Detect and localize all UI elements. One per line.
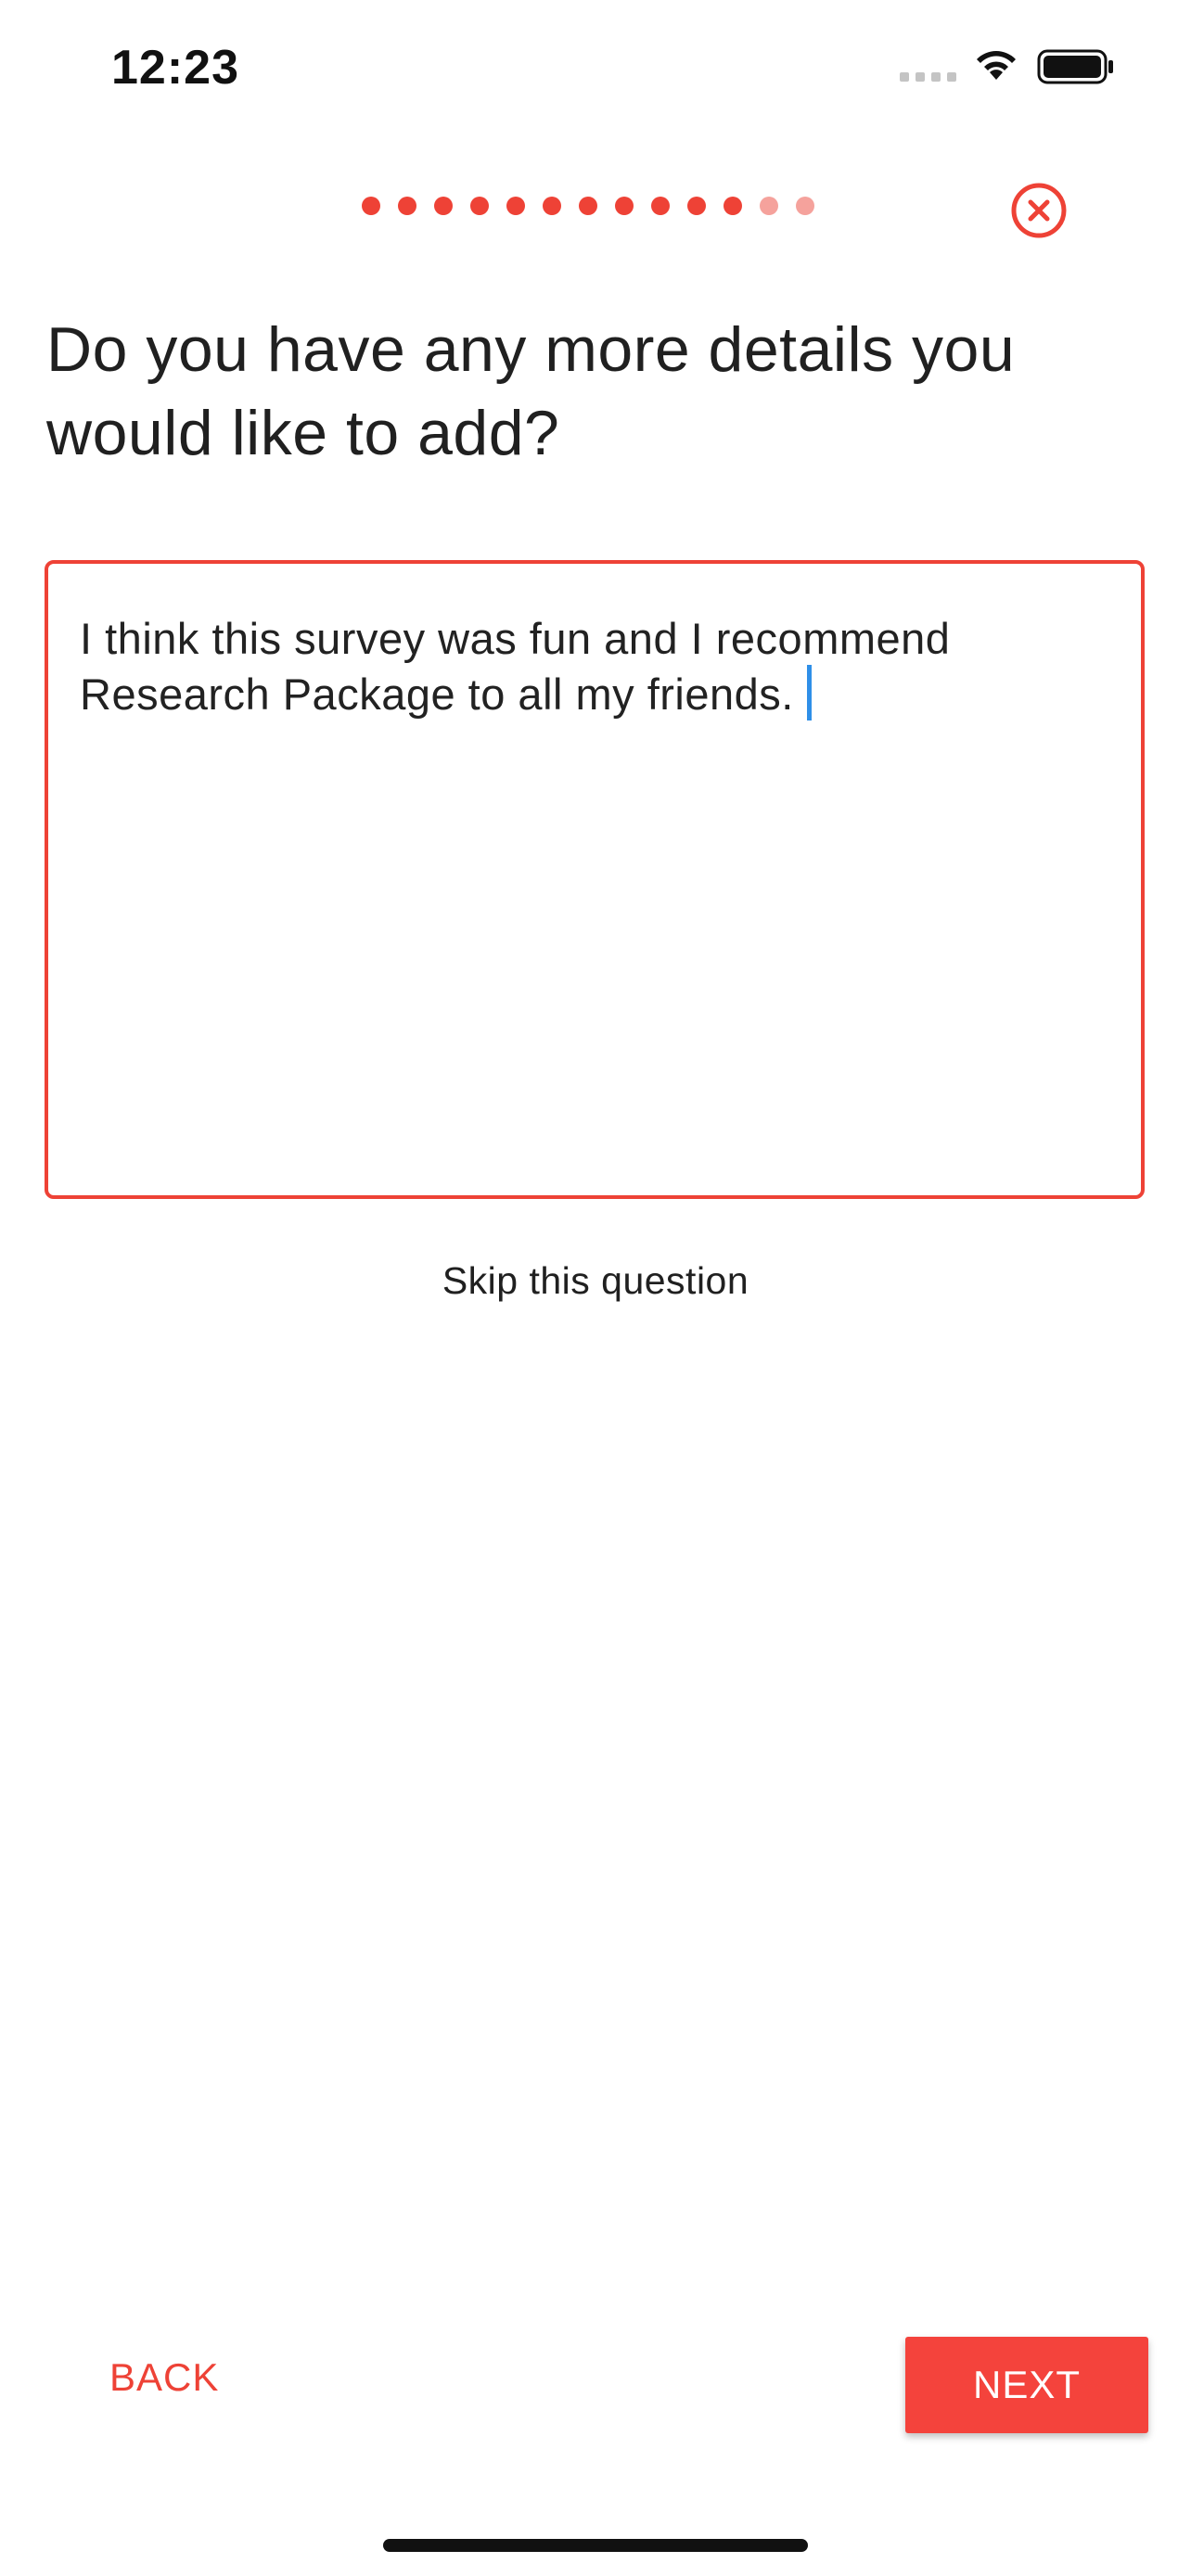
next-button[interactable]: NEXT: [905, 2337, 1148, 2433]
progress-dot-completed: [724, 197, 742, 215]
progress-dot-completed: [434, 197, 453, 215]
progress-dot-completed: [687, 197, 706, 215]
signal-bar: [931, 72, 941, 82]
progress-dot-pending: [760, 197, 778, 215]
signal-bar: [916, 72, 925, 82]
close-icon[interactable]: [1009, 181, 1069, 240]
signal-bar: [900, 72, 909, 82]
progress-dot-completed: [543, 197, 561, 215]
battery-icon: [1037, 49, 1113, 84]
answer-value: I think this survey was fun and I recomm…: [80, 614, 951, 719]
status-bar-time: 12:23: [111, 41, 239, 95]
back-button[interactable]: BACK: [109, 2355, 219, 2400]
progress-dot-completed: [470, 197, 489, 215]
wifi-icon: [977, 51, 1016, 80]
progress-dot-completed: [362, 197, 380, 215]
answer-text-content[interactable]: I think this survey was fun and I recomm…: [80, 612, 1109, 721]
answer-text-field[interactable]: I think this survey was fun and I recomm…: [45, 560, 1145, 1199]
skip-question-button[interactable]: Skip this question: [0, 1259, 1191, 1303]
progress-dot-completed: [506, 197, 525, 215]
progress-dot-completed: [398, 197, 416, 215]
progress-indicator: [362, 197, 814, 215]
text-cursor: [806, 665, 812, 721]
question-title: Do you have any more details you would l…: [46, 314, 1016, 468]
progress-dot-completed: [579, 197, 597, 215]
progress-dot-completed: [651, 197, 670, 215]
cellular-signal-icon: [900, 72, 956, 82]
progress-dot-pending: [796, 197, 814, 215]
signal-bar: [947, 72, 956, 82]
home-indicator[interactable]: [383, 2539, 808, 2552]
progress-dot-completed: [615, 197, 634, 215]
